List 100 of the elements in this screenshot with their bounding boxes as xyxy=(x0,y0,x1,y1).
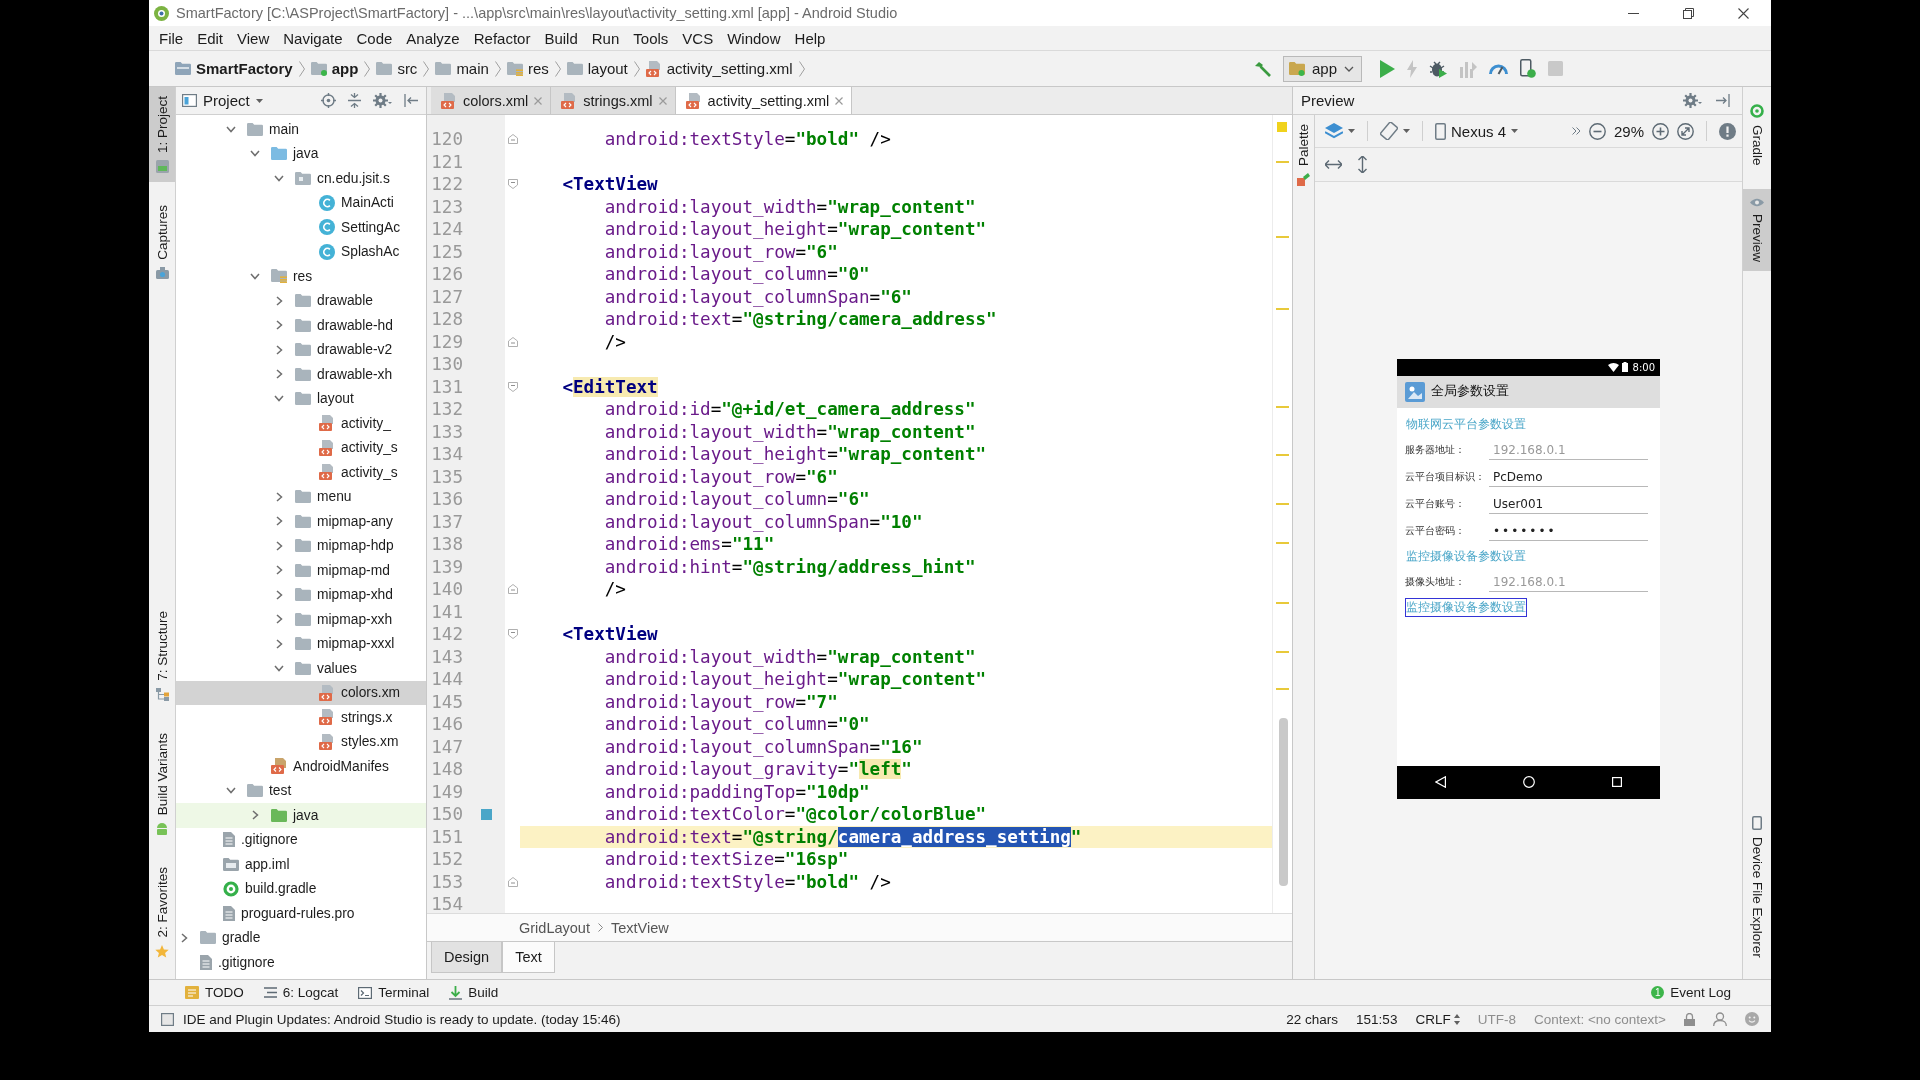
chevron-right-icon[interactable] xyxy=(275,491,283,502)
back-icon[interactable] xyxy=(1435,776,1447,788)
tree-item[interactable]: menu xyxy=(176,484,426,509)
chevron-right-icon[interactable] xyxy=(275,344,283,355)
chevron-right-icon[interactable] xyxy=(275,516,283,527)
chevron-down-icon[interactable] xyxy=(274,174,284,182)
hide-panel-icon[interactable] xyxy=(404,94,418,107)
chevron-right-icon[interactable] xyxy=(275,614,283,625)
tree-item[interactable]: mipmap-xhd xyxy=(176,582,426,607)
chevron-right-icon[interactable] xyxy=(275,320,283,331)
menubar-entry[interactable]: Build xyxy=(537,27,585,49)
editor-tab[interactable]: activity_setting.xml xyxy=(675,87,853,114)
chevron-right-icon[interactable] xyxy=(275,540,283,551)
tree-item[interactable]: mipmap-hdp xyxy=(176,533,426,558)
editor-mode-tab[interactable]: Text xyxy=(502,942,555,973)
tool-window-tab[interactable]: 1: Project xyxy=(149,87,175,183)
tool-window-tab[interactable]: Device File Explorer xyxy=(1743,807,1771,967)
bug-icon[interactable] xyxy=(1429,59,1447,78)
horizontal-arrows-icon[interactable] xyxy=(1325,160,1342,169)
fold-marker-icon[interactable] xyxy=(507,336,518,347)
breadcrumb-item[interactable]: layout xyxy=(560,60,634,77)
run-icon[interactable] xyxy=(1380,59,1395,78)
input-field[interactable]: User001 xyxy=(1489,494,1648,514)
menubar-entry[interactable]: VCS xyxy=(675,27,721,49)
tree-item[interactable]: mipmap-any xyxy=(176,509,426,534)
locate-icon[interactable] xyxy=(321,93,336,108)
tree-item[interactable]: cn.edu.jsit.s xyxy=(176,166,426,191)
tree-item[interactable]: mipmap-xxxl xyxy=(176,631,426,656)
menubar-entry[interactable]: Refactor xyxy=(466,27,538,49)
project-view-dropdown[interactable]: Project xyxy=(182,92,263,109)
tool-window-tab[interactable]: Gradle xyxy=(1743,95,1771,175)
menubar-entry[interactable]: Edit xyxy=(190,27,231,49)
close-icon[interactable] xyxy=(835,96,844,105)
editor-tab[interactable]: colors.xml xyxy=(431,87,552,114)
tree-item[interactable]: main xyxy=(176,117,426,142)
warning-icon[interactable] xyxy=(1719,122,1736,140)
breadcrumb-item[interactable]: GridLayout xyxy=(519,919,590,936)
chevron-down-icon[interactable] xyxy=(274,664,284,672)
breadcrumb-item[interactable]: src xyxy=(370,60,424,77)
tree-item[interactable]: activity_ xyxy=(176,411,426,436)
tree-item[interactable]: build.gradle xyxy=(176,876,426,901)
person-icon[interactable] xyxy=(1713,1012,1727,1026)
tree-item[interactable]: strings.x xyxy=(176,705,426,730)
settings-icon[interactable] xyxy=(1683,93,1702,108)
menubar-entry[interactable]: Code xyxy=(349,27,400,49)
status-message[interactable]: IDE and Plugin Updates: Android Studio is ready to update. (today 15:46) xyxy=(183,1011,621,1027)
chevron-down-icon[interactable] xyxy=(274,395,284,403)
tree-item[interactable]: colors.xm xyxy=(176,680,426,705)
tree-item[interactable]: res xyxy=(176,264,426,289)
lock-icon[interactable] xyxy=(1684,1012,1695,1026)
input-field[interactable]: 192.168.0.1 xyxy=(1489,572,1648,592)
tree-item[interactable]: gradle xyxy=(176,925,426,950)
gauge-icon[interactable] xyxy=(1489,62,1508,75)
breadcrumb-item[interactable]: app xyxy=(304,60,365,77)
tool-window-tab[interactable]: 7: Structure xyxy=(149,602,175,711)
tree-item[interactable]: mipmap-md xyxy=(176,558,426,583)
tree-item[interactable]: drawable-hd xyxy=(176,313,426,338)
chevron-down-icon[interactable] xyxy=(226,787,236,795)
close-icon[interactable] xyxy=(658,96,667,105)
tree-item[interactable]: test xyxy=(176,778,426,803)
tool-window-button[interactable]: Build xyxy=(449,985,499,1000)
breadcrumb-item[interactable]: main xyxy=(429,60,495,77)
status-item[interactable]: CRLF xyxy=(1415,1011,1460,1027)
double-chevron-icon[interactable] xyxy=(1571,127,1581,135)
tree-item[interactable]: app.iml xyxy=(176,852,426,877)
fold-marker-icon[interactable] xyxy=(507,629,518,640)
menubar-entry[interactable]: Navigate xyxy=(276,27,350,49)
zoom-in-icon[interactable] xyxy=(1652,122,1669,140)
zoom-fit-icon[interactable] xyxy=(1677,122,1694,140)
chevron-right-icon[interactable] xyxy=(180,932,188,943)
tree-item[interactable]: drawable xyxy=(176,288,426,313)
zoom-out-icon[interactable] xyxy=(1588,122,1606,140)
tool-window-tab[interactable]: 2: Favorites xyxy=(149,858,175,967)
editor-tab[interactable]: strings.xml xyxy=(551,87,676,114)
input-field[interactable]: 192.168.0.1 xyxy=(1489,440,1648,460)
hide-panel-icon[interactable] xyxy=(1716,94,1730,107)
chevron-right-icon[interactable] xyxy=(275,638,283,649)
chevron-right-icon[interactable] xyxy=(275,589,283,600)
password-field[interactable]: ••••••• xyxy=(1489,521,1648,541)
vertical-arrows-icon[interactable] xyxy=(1358,156,1367,173)
device-icon[interactable] xyxy=(1520,59,1536,78)
tree-item[interactable]: MainActi xyxy=(176,190,426,215)
menubar-entry[interactable]: File xyxy=(152,27,191,49)
panel-toggle-icon[interactable] xyxy=(161,1012,174,1026)
tree-item[interactable]: SettingAc xyxy=(176,215,426,240)
breadcrumb-item[interactable]: res xyxy=(500,60,555,77)
tree-item[interactable]: drawable-xh xyxy=(176,362,426,387)
chevron-right-icon[interactable] xyxy=(275,369,283,380)
input-field[interactable]: PcDemo xyxy=(1489,467,1648,487)
menubar-entry[interactable]: Tools xyxy=(626,27,676,49)
status-item[interactable]: 151:53 xyxy=(1356,1011,1398,1027)
status-item[interactable]: 22 chars xyxy=(1286,1011,1339,1027)
fold-marker-icon[interactable] xyxy=(507,134,518,145)
tool-window-button[interactable]: TODO xyxy=(185,985,244,1000)
menubar-entry[interactable]: Analyze xyxy=(399,27,467,49)
chevron-right-icon[interactable] xyxy=(275,295,283,306)
breadcrumb-item[interactable]: activity_setting.xml xyxy=(639,60,799,77)
device-dropdown[interactable]: Nexus 4 xyxy=(1435,122,1519,140)
recents-icon[interactable] xyxy=(1611,777,1622,787)
tool-window-tab[interactable]: Preview xyxy=(1743,188,1771,271)
